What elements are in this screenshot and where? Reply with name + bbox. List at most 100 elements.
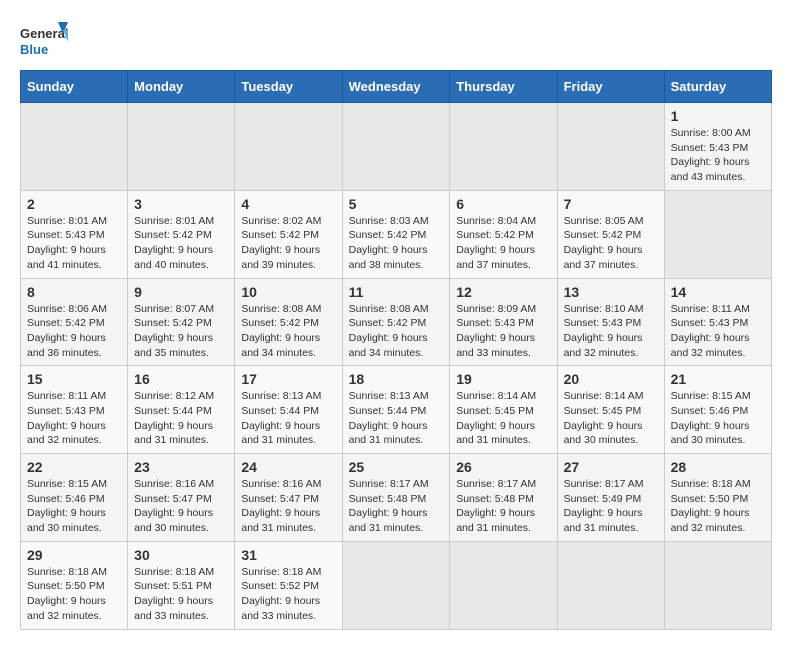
- day-number: 24: [241, 459, 335, 475]
- day-info: Sunrise: 8:10 AMSunset: 5:43 PMDaylight:…: [564, 302, 658, 361]
- day-info: Sunrise: 8:13 AMSunset: 5:44 PMDaylight:…: [349, 389, 444, 448]
- calendar-cell: 22Sunrise: 8:15 AMSunset: 5:46 PMDayligh…: [21, 454, 128, 542]
- weekday-header-saturday: Saturday: [664, 71, 771, 103]
- day-info: Sunrise: 8:16 AMSunset: 5:47 PMDaylight:…: [134, 477, 228, 536]
- calendar-cell: 28 Sunrise: 8:18 AMSunset: 5:50 PMDayligh…: [664, 454, 771, 542]
- calendar-week-0: 1 Sunrise: 8:00 AMSunset: 5:43 PMDaylight…: [21, 103, 772, 191]
- day-number: 17: [241, 371, 335, 387]
- weekday-header-monday: Monday: [128, 71, 235, 103]
- day-info: Sunrise: 8:04 AMSunset: 5:42 PMDaylight:…: [456, 214, 550, 273]
- day-number: 26: [456, 459, 550, 475]
- calendar-cell: 25Sunrise: 8:17 AMSunset: 5:48 PMDayligh…: [342, 454, 450, 542]
- day-info: Sunrise: 8:16 AMSunset: 5:47 PMDaylight:…: [241, 477, 335, 536]
- day-info: Sunrise: 8:02 AMSunset: 5:42 PMDaylight:…: [241, 214, 335, 273]
- weekday-header-friday: Friday: [557, 71, 664, 103]
- calendar-cell: [342, 541, 450, 629]
- day-number: 27: [564, 459, 658, 475]
- day-number: 14: [671, 284, 765, 300]
- day-info: Sunrise: 8:11 AMSunset: 5:43 PMDaylight:…: [27, 389, 121, 448]
- weekday-header-tuesday: Tuesday: [235, 71, 342, 103]
- calendar-cell: [342, 103, 450, 191]
- calendar-week-2: 8 Sunrise: 8:06 AMSunset: 5:42 PMDaylight…: [21, 278, 772, 366]
- calendar-cell: 23 Sunrise: 8:16 AMSunset: 5:47 PMDayligh…: [128, 454, 235, 542]
- calendar-cell: [128, 103, 235, 191]
- calendar-cell: 11 Sunrise: 8:08 AMSunset: 5:42 PMDayligh…: [342, 278, 450, 366]
- day-info: Sunrise: 8:06 AMSunset: 5:42 PMDaylight:…: [27, 302, 121, 361]
- calendar-cell: [450, 541, 557, 629]
- day-info: Sunrise: 8:18 AMSunset: 5:51 PMDaylight:…: [134, 565, 228, 624]
- day-info: Sunrise: 8:14 AMSunset: 5:45 PMDaylight:…: [456, 389, 550, 448]
- day-info: Sunrise: 8:18 AMSunset: 5:50 PMDaylight:…: [27, 565, 121, 624]
- day-info: Sunrise: 8:15 AMSunset: 5:46 PMDaylight:…: [671, 389, 765, 448]
- weekday-header-row: SundayMondayTuesdayWednesdayThursdayFrid…: [21, 71, 772, 103]
- calendar-cell: 6 Sunrise: 8:04 AMSunset: 5:42 PMDaylight…: [450, 190, 557, 278]
- calendar-week-4: 22Sunrise: 8:15 AMSunset: 5:46 PMDayligh…: [21, 454, 772, 542]
- page-header: General Blue: [20, 20, 772, 62]
- day-info: Sunrise: 8:01 AMSunset: 5:43 PMDaylight:…: [27, 214, 121, 273]
- calendar-cell: 1 Sunrise: 8:00 AMSunset: 5:43 PMDaylight…: [664, 103, 771, 191]
- day-number: 5: [349, 196, 444, 212]
- day-number: 28: [671, 459, 765, 475]
- calendar-cell: 19 Sunrise: 8:14 AMSunset: 5:45 PMDayligh…: [450, 366, 557, 454]
- calendar-cell: 17 Sunrise: 8:13 AMSunset: 5:44 PMDayligh…: [235, 366, 342, 454]
- calendar-week-5: 29 Sunrise: 8:18 AMSunset: 5:50 PMDayligh…: [21, 541, 772, 629]
- day-number: 20: [564, 371, 658, 387]
- calendar-cell: 13 Sunrise: 8:10 AMSunset: 5:43 PMDayligh…: [557, 278, 664, 366]
- weekday-header-wednesday: Wednesday: [342, 71, 450, 103]
- calendar-cell: [557, 103, 664, 191]
- calendar-cell: 21 Sunrise: 8:15 AMSunset: 5:46 PMDayligh…: [664, 366, 771, 454]
- calendar-cell: 12Sunrise: 8:09 AMSunset: 5:43 PMDayligh…: [450, 278, 557, 366]
- calendar-cell: 30Sunrise: 8:18 AMSunset: 5:51 PMDayligh…: [128, 541, 235, 629]
- calendar-cell: 10Sunrise: 8:08 AMSunset: 5:42 PMDayligh…: [235, 278, 342, 366]
- day-number: 7: [564, 196, 658, 212]
- day-number: 18: [349, 371, 444, 387]
- day-number: 1: [671, 108, 765, 124]
- calendar-cell: 31Sunrise: 8:18 AMSunset: 5:52 PMDayligh…: [235, 541, 342, 629]
- calendar-cell: 29 Sunrise: 8:18 AMSunset: 5:50 PMDayligh…: [21, 541, 128, 629]
- day-info: Sunrise: 8:09 AMSunset: 5:43 PMDaylight:…: [456, 302, 550, 361]
- day-info: Sunrise: 8:01 AMSunset: 5:42 PMDaylight:…: [134, 214, 228, 273]
- day-number: 29: [27, 547, 121, 563]
- weekday-header-sunday: Sunday: [21, 71, 128, 103]
- calendar-cell: 5 Sunrise: 8:03 AMSunset: 5:42 PMDaylight…: [342, 190, 450, 278]
- day-info: Sunrise: 8:17 AMSunset: 5:48 PMDaylight:…: [456, 477, 550, 536]
- day-number: 6: [456, 196, 550, 212]
- day-info: Sunrise: 8:03 AMSunset: 5:42 PMDaylight:…: [349, 214, 444, 273]
- day-number: 8: [27, 284, 121, 300]
- day-number: 19: [456, 371, 550, 387]
- calendar-cell: [557, 541, 664, 629]
- calendar-cell: 2Sunrise: 8:01 AMSunset: 5:43 PMDaylight…: [21, 190, 128, 278]
- calendar-cell: 8 Sunrise: 8:06 AMSunset: 5:42 PMDaylight…: [21, 278, 128, 366]
- day-number: 13: [564, 284, 658, 300]
- calendar-cell: 4 Sunrise: 8:02 AMSunset: 5:42 PMDaylight…: [235, 190, 342, 278]
- day-info: Sunrise: 8:13 AMSunset: 5:44 PMDaylight:…: [241, 389, 335, 448]
- day-info: Sunrise: 8:15 AMSunset: 5:46 PMDaylight:…: [27, 477, 121, 536]
- day-info: Sunrise: 8:00 AMSunset: 5:43 PMDaylight:…: [671, 126, 765, 185]
- day-number: 23: [134, 459, 228, 475]
- day-number: 21: [671, 371, 765, 387]
- calendar-cell: 9Sunrise: 8:07 AMSunset: 5:42 PMDaylight…: [128, 278, 235, 366]
- calendar-cell: [664, 541, 771, 629]
- calendar-cell: 24 Sunrise: 8:16 AMSunset: 5:47 PMDayligh…: [235, 454, 342, 542]
- calendar-cell: 3 Sunrise: 8:01 AMSunset: 5:42 PMDaylight…: [128, 190, 235, 278]
- calendar-week-1: 2Sunrise: 8:01 AMSunset: 5:43 PMDaylight…: [21, 190, 772, 278]
- day-number: 4: [241, 196, 335, 212]
- day-info: Sunrise: 8:12 AMSunset: 5:44 PMDaylight:…: [134, 389, 228, 448]
- calendar-cell: 15 Sunrise: 8:11 AMSunset: 5:43 PMDayligh…: [21, 366, 128, 454]
- day-info: Sunrise: 8:17 AMSunset: 5:48 PMDaylight:…: [349, 477, 444, 536]
- day-info: Sunrise: 8:18 AMSunset: 5:52 PMDaylight:…: [241, 565, 335, 624]
- calendar-cell: 27Sunrise: 8:17 AMSunset: 5:49 PMDayligh…: [557, 454, 664, 542]
- calendar-cell: 18 Sunrise: 8:13 AMSunset: 5:44 PMDayligh…: [342, 366, 450, 454]
- day-number: 16: [134, 371, 228, 387]
- calendar-cell: [664, 190, 771, 278]
- day-number: 11: [349, 284, 444, 300]
- day-number: 3: [134, 196, 228, 212]
- day-info: Sunrise: 8:18 AMSunset: 5:50 PMDaylight:…: [671, 477, 765, 536]
- day-info: Sunrise: 8:08 AMSunset: 5:42 PMDaylight:…: [349, 302, 444, 361]
- calendar-cell: 26 Sunrise: 8:17 AMSunset: 5:48 PMDayligh…: [450, 454, 557, 542]
- weekday-header-thursday: Thursday: [450, 71, 557, 103]
- calendar-cell: [21, 103, 128, 191]
- calendar-cell: [235, 103, 342, 191]
- day-number: 15: [27, 371, 121, 387]
- calendar-cell: 14Sunrise: 8:11 AMSunset: 5:43 PMDayligh…: [664, 278, 771, 366]
